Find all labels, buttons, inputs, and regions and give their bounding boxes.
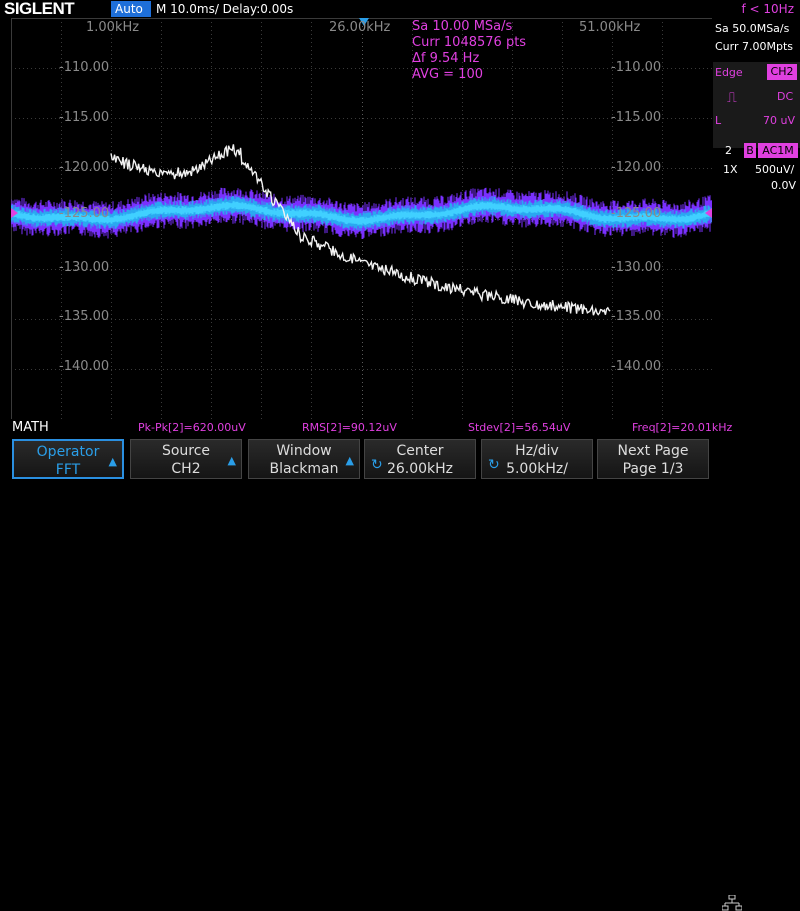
operator-softkey[interactable]: Operator FFT ▲ [12,439,124,479]
ch2-settings[interactable]: 2 B AC1M 1X 500uV/ 0.0V [713,142,800,198]
trigger-type-label: Edge [715,66,743,79]
ch2-waveform [10,187,713,239]
knob-icon: ↻ [371,457,383,473]
math-label: MATH [12,420,49,435]
channel-offset: 0.0V [771,179,797,192]
fft-average: AVG = 100 [412,67,483,82]
source-label: Source [161,443,211,459]
trigger-panel[interactable]: Edge CH2 ⎍ DC L 70 uV [713,62,800,148]
operator-label: Operator [36,444,100,460]
y-axis-label: -115.00 [611,110,662,125]
top-status-bar: SIGLENT Auto M 10.0ms/ Delay:0.00s f < 1… [0,0,800,18]
timebase-readout[interactable]: M 10.0ms/ Delay:0.00s [156,0,293,18]
y-axis-label: -120.00 [59,160,110,175]
y-axis-label: -120.00 [611,160,662,175]
measure-rms: RMS[2]=90.12uV [302,421,397,434]
sample-rate: Sa 50.0MSa/s [715,22,790,35]
y-axis-label: -110.00 [59,60,110,75]
trigger-level-label: L [715,114,722,127]
trigger-level-value: 70 uV [763,114,795,127]
right-info-panel: Sa 50.0MSa/s Curr 7.00Mpts Edge CH2 ⎍ DC… [713,18,800,419]
knob-icon: ↻ [488,457,500,473]
fft-sample-rate: Sa 10.00 MSa/s [412,19,513,34]
measure-stdev: Stdev[2]=56.54uV [468,421,571,434]
window-softkey[interactable]: Window Blackman ▲ [248,439,360,479]
window-label: Window [276,443,332,459]
y-axis-label: -140.00 [611,359,662,374]
y-axis-label: -130.00 [611,260,662,275]
next-page-softkey[interactable]: Next Page Page 1/3 [597,439,709,479]
fft-current-points: Curr 1048576 pts [412,35,527,50]
page-indicator: Page 1/3 [622,461,684,477]
waveform-graticule [10,18,713,420]
menu-arrow-icon: ▲ [227,454,236,467]
acquire-mode-badge[interactable]: Auto [111,1,151,17]
hz-div-softkey[interactable]: ↻ Hz/div 5.00kHz/ [481,439,593,479]
network-icon [722,895,742,911]
measurement-bar: MATH Pk-Pk[2]=620.00uV RMS[2]=90.12uV St… [0,419,800,437]
y-axis-label: -140.00 [59,359,110,374]
fft-freq-center-label: 26.00kHz [329,20,391,35]
center-softkey[interactable]: ↻ Center 26.00kHz [364,439,476,479]
source-softkey[interactable]: Source CH2 ▲ [130,439,242,479]
y-axis-label: -125.00 [611,206,662,221]
y-axis-label: -135.00 [611,309,662,324]
fft-freq-right-label: 51.00kHz [579,20,641,35]
measure-freq: Freq[2]=20.01kHz [632,421,733,434]
trigger-coupling: DC [777,90,794,103]
y-axis-label: -135.00 [59,309,110,324]
measure-pkpk: Pk-Pk[2]=620.00uV [138,421,246,434]
operator-value: FFT [55,462,81,478]
channel-number: 2 [725,144,732,157]
channel-coupling-badge: AC1M [758,143,798,158]
menu-arrow-icon: ▲ [345,454,354,467]
y-axis-label: -115.00 [59,110,110,125]
probe-ratio: 1X [723,163,738,176]
fft-info-block: Sa 10.00 MSa/s Curr 1048576 pts Δf 9.54 … [412,19,526,83]
volts-per-div: 500uV/ [755,163,795,176]
bandwidth-limit-badge: B [744,143,756,158]
next-page-label: Next Page [617,443,689,459]
trigger-source-badge: CH2 [767,64,797,80]
waveform-display[interactable]: 1.00kHz 26.00kHz 51.00kHz Sa 10.00 MSa/s… [10,18,713,420]
brand-logo: SIGLENT [4,0,75,18]
y-axis-label: -110.00 [611,60,662,75]
rising-edge-icon: ⎍ [727,90,737,106]
menu-arrow-icon: ▲ [108,455,117,468]
source-value: CH2 [171,461,201,477]
trigger-frequency-readout: f < 10Hz [741,2,795,16]
fft-delta-f: Δf 9.54 Hz [412,51,480,66]
memory-depth: Curr 7.00Mpts [715,40,794,53]
y-axis-label: -125.00 [59,206,110,221]
fft-freq-left-label: 1.00kHz [86,20,140,35]
window-value: Blackman [269,461,339,477]
softkey-menu: Operator FFT ▲ Source CH2 ▲ Window Black… [0,437,800,911]
y-axis-label: -130.00 [59,260,110,275]
